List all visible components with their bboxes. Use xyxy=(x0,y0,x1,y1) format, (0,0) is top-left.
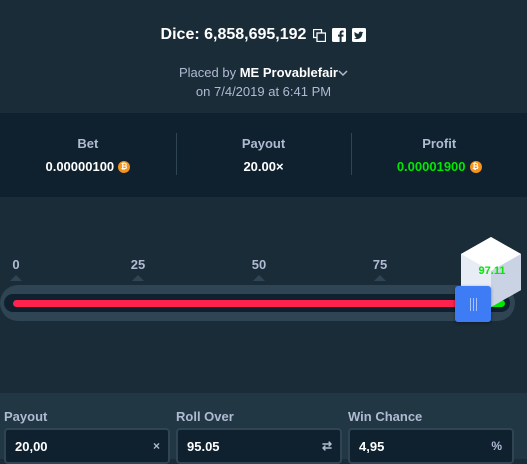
bet-controls-panel: Payout 20,00 × Roll Over 95.05 ⇄ Win Cha… xyxy=(0,393,527,464)
stats-bar: Bet 0.00000100 ₿ Payout 20.00× Profit 0.… xyxy=(0,113,527,197)
slider-tick-75: 75 xyxy=(372,257,388,272)
bet-title: Dice: 6,858,695,192 xyxy=(160,26,307,43)
roll-over-label: Roll Over xyxy=(176,409,234,424)
payout-label: Payout xyxy=(4,409,48,424)
win-chance-label: Win Chance xyxy=(348,409,423,424)
tick-marker xyxy=(132,275,144,281)
twitter-icon[interactable] xyxy=(352,28,367,42)
stat-payout-label: Payout xyxy=(241,136,286,151)
percent-icon: % xyxy=(491,439,502,453)
placed-by-line: Placed by ME Provablefair xyxy=(0,65,527,80)
slider-handle[interactable] xyxy=(455,286,491,322)
multiply-icon: × xyxy=(152,439,160,453)
stat-profit: Profit 0.00001900 ₿ xyxy=(351,113,527,197)
stat-profit-label: Profit xyxy=(422,136,457,151)
tick-marker xyxy=(374,275,386,281)
copy-icon[interactable] xyxy=(312,28,326,42)
stat-payout: Payout 20.00× xyxy=(175,113,352,197)
facebook-icon[interactable] xyxy=(332,28,347,42)
slider-tick-25: 25 xyxy=(130,257,146,272)
user-tag[interactable]: ME xyxy=(240,65,260,80)
tick-marker xyxy=(253,275,265,281)
slider-tick-50: 50 xyxy=(251,257,267,272)
stat-bet-value: 0.00000100 xyxy=(45,159,115,174)
chevron-down-icon[interactable] xyxy=(338,65,348,80)
grip-icon xyxy=(469,297,477,311)
stat-profit-value: 0.00001900 xyxy=(396,159,466,174)
bet-date: on 7/4/2019 at 6:41 PM xyxy=(195,84,332,99)
placed-by-prefix: Placed by xyxy=(179,65,237,80)
user-name[interactable]: Provablefair xyxy=(263,65,338,80)
bet-header: Dice: 6,858,695,192 Placed by ME Provabl… xyxy=(0,0,527,113)
swap-icon[interactable]: ⇄ xyxy=(322,439,332,453)
payout-value: 20,00 xyxy=(15,439,48,454)
stat-payout-value: 20.00× xyxy=(243,159,284,174)
stat-bet: Bet 0.00000100 ₿ xyxy=(0,113,176,197)
title-row: Dice: 6,858,695,192 xyxy=(0,26,527,44)
slider-lose-range xyxy=(13,300,460,307)
stat-profit-value-row: 0.00001900 ₿ xyxy=(351,159,527,174)
win-chance-value: 4,95 xyxy=(359,439,385,454)
slider-tick-0: 0 xyxy=(12,257,20,272)
stat-bet-value-row: 0.00000100 ₿ xyxy=(0,159,176,174)
roll-over-value: 95.05 xyxy=(187,439,220,454)
bitcoin-icon: ₿ xyxy=(118,160,131,173)
dice-result-value: 97.11 xyxy=(478,265,506,277)
stat-bet-label: Bet xyxy=(77,136,99,151)
tick-marker xyxy=(10,275,22,281)
stat-payout-value-row: 20.00× xyxy=(176,159,352,174)
bitcoin-icon: ₿ xyxy=(469,160,482,173)
dice-slider: 0 25 50 75 97.11 xyxy=(0,197,527,393)
